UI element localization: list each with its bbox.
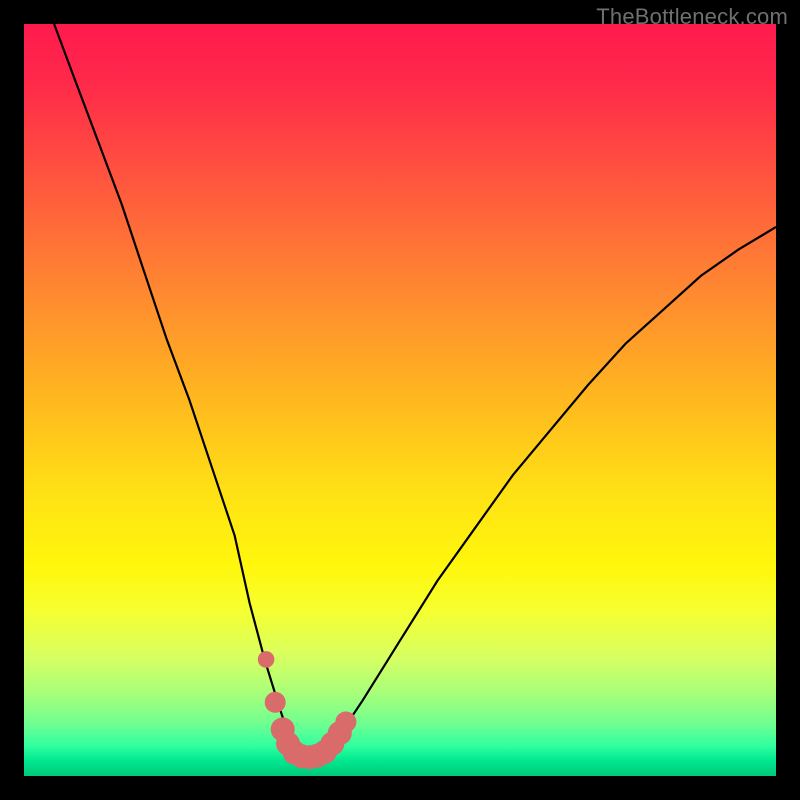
marker-cluster-1 xyxy=(265,692,286,713)
curve-layer xyxy=(24,24,776,776)
bottleneck-curve xyxy=(54,24,776,757)
marker-dot-left-upper xyxy=(258,651,275,668)
marker-group xyxy=(258,651,357,769)
marker-cluster-11 xyxy=(335,711,356,732)
outer-frame: TheBottleneck.com xyxy=(0,0,800,800)
plot-area xyxy=(24,24,776,776)
watermark-text: TheBottleneck.com xyxy=(596,4,788,30)
